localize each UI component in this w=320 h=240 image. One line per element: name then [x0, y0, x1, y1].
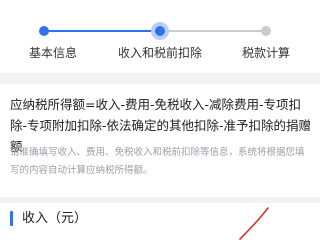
- formula-section: 应纳税所得额=收入-费用-免税收入-减除费用-专项扣除-专项附加扣除-依法确定的…: [0, 84, 320, 197]
- formula-hint: 请准确填写收入、费用、免税收入和税前扣除等信息，系统将根据您填写的内容自动计算应…: [10, 147, 305, 176]
- step-3-dot-icon: [261, 26, 271, 36]
- step-income-deduction-label[interactable]: 收入和税前扣除: [118, 44, 202, 61]
- step-connector-pending: [160, 30, 266, 32]
- step-2-dot-icon: [151, 22, 169, 40]
- step-tax-calculation-label[interactable]: 税款计算: [242, 44, 290, 61]
- progress-stepper: 基本信息 收入和税前扣除 税款计算: [0, 0, 320, 73]
- step-1-dot-icon: [39, 26, 49, 36]
- step-basic-info-label[interactable]: 基本信息: [29, 44, 77, 61]
- red-pen-annotation-icon: [239, 207, 269, 240]
- step-connector-completed: [44, 30, 160, 32]
- income-section-title: 收入（元）: [22, 211, 88, 226]
- section-accent-bar: [10, 211, 13, 226]
